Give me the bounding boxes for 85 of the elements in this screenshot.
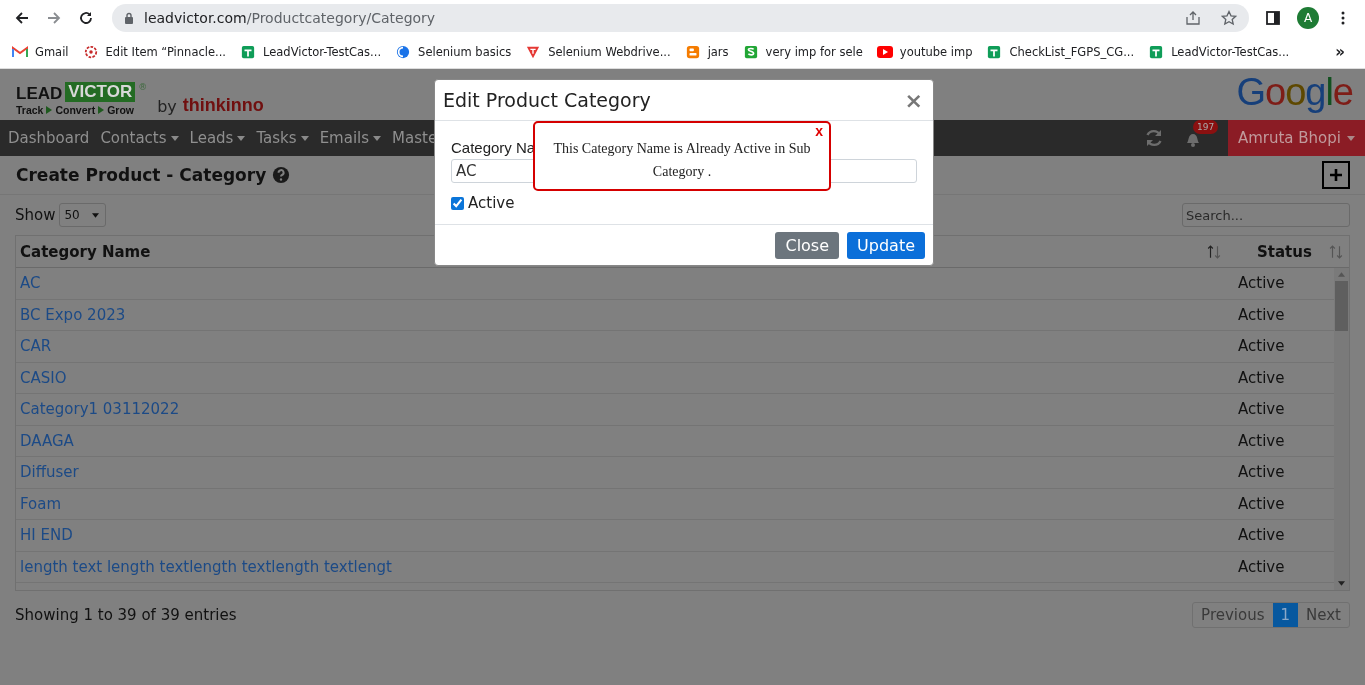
close-button[interactable]: x	[815, 124, 823, 138]
caret-icon	[91, 212, 99, 218]
status-cell-text: Active	[1238, 337, 1286, 356]
checkbox-label: Active	[468, 194, 515, 212]
lock-icon	[124, 12, 134, 24]
status-cell-text: Active	[1238, 400, 1286, 419]
scroll-down-icon[interactable]	[1338, 581, 1345, 586]
column-header[interactable]: Category Name	[20, 242, 151, 261]
scroll-thumb[interactable]	[1335, 281, 1348, 331]
caret-icon	[170, 135, 179, 141]
brand-text: thinkinno	[182, 95, 264, 116]
sheet-icon	[240, 45, 256, 59]
status-cell-text: Active	[1238, 557, 1286, 576]
status-cell-text: Active	[1238, 274, 1286, 293]
logo-badge: VICTOR	[65, 82, 136, 102]
add-button[interactable]	[1322, 161, 1350, 189]
pagination-button[interactable]: Next	[1298, 603, 1349, 627]
nav-item[interactable]: Tasks	[256, 129, 309, 147]
search-field[interactable]: Search...	[1182, 203, 1350, 227]
help-icon[interactable]	[272, 166, 291, 184]
envelope-icon	[12, 45, 28, 59]
status-cell-text: Active	[1238, 368, 1286, 387]
globe-icon	[395, 45, 412, 59]
bookmark[interactable]: LeadVictor-TestCas...	[240, 45, 382, 59]
more-bookmarks[interactable]: »	[1335, 43, 1353, 61]
error-message: This Category Name is Already Active in Sub Category .	[552, 140, 812, 181]
play-icon	[876, 45, 893, 59]
column-header[interactable]: Status	[1257, 242, 1329, 261]
dialog-title: Edit Product Category	[443, 89, 651, 111]
update-button[interactable]: Update	[847, 231, 925, 259]
bookmark[interactable]: very imp for sele	[742, 45, 863, 59]
pagination-button[interactable]: Previous	[1193, 603, 1273, 627]
bookmark[interactable]: LeadVictor-TestCas...	[1148, 45, 1290, 59]
play-icon	[46, 106, 53, 114]
sheet-icon	[986, 45, 1003, 59]
active-checkbox[interactable]	[451, 196, 464, 210]
blog-icon	[684, 45, 701, 59]
caret-icon	[373, 135, 382, 141]
user-menu[interactable]: Amruta Bhopi	[1227, 120, 1365, 156]
bookmark[interactable]: jars	[684, 45, 729, 59]
status-cell-text: Active	[1238, 494, 1286, 513]
logo-text: LEAD	[16, 83, 63, 104]
entries-info: Showing 1 to 39 of 39 entries	[15, 606, 237, 624]
star-icon[interactable]	[1221, 10, 1237, 26]
caret-icon	[1347, 135, 1355, 141]
bookmark[interactable]: CheckList_FGPS_CG...	[986, 45, 1135, 59]
bookmark[interactable]: Selenium Webdrive...	[525, 45, 671, 59]
bookmark[interactable]: Gmail	[12, 45, 69, 59]
pagination-button[interactable]: 1	[1272, 603, 1299, 627]
caret-icon	[237, 135, 246, 141]
nav-item[interactable]: Contacts	[100, 129, 179, 147]
status-cell-text: Active	[1238, 526, 1286, 545]
plus-icon	[1329, 168, 1343, 182]
square-icon	[742, 45, 759, 59]
nav-item[interactable]: Leads	[189, 129, 246, 147]
notification-badge: 197	[1192, 120, 1219, 134]
address-bar[interactable]: leadvictor.com/Productcategory/Category	[112, 4, 1249, 32]
sort-icon[interactable]	[1207, 244, 1221, 259]
status-cell-text: Active	[1238, 463, 1286, 482]
page-size-select[interactable]: 50	[59, 203, 106, 227]
play-icon	[98, 106, 105, 114]
close-button[interactable]: Close	[775, 231, 840, 259]
registered-mark: ®	[138, 82, 148, 92]
status-cell-text: Active	[1238, 305, 1286, 324]
show-label: Show	[15, 206, 56, 224]
by-text: by	[157, 97, 177, 116]
close-button[interactable]: ×	[904, 87, 923, 113]
google-logo: Google	[1236, 71, 1353, 114]
tagline-text: Track	[16, 104, 44, 116]
circle-icon	[82, 45, 99, 59]
nav-item[interactable]: Emails	[319, 129, 382, 147]
bookmark[interactable]: youtube imp	[876, 45, 973, 59]
bookmark[interactable]: Selenium basics	[395, 45, 512, 59]
status-cell-text: Active	[1238, 431, 1286, 450]
nav-item[interactable]: Dashboard	[8, 129, 90, 147]
tagline-text: Convert	[55, 104, 96, 116]
bookmark[interactable]: Edit Item “Pinnacle...	[82, 45, 226, 59]
caret-icon	[300, 135, 309, 141]
profile-avatar[interactable]: A	[1297, 7, 1319, 29]
page-title: Create Product - Category	[16, 165, 267, 185]
scrollbar[interactable]	[1334, 268, 1349, 590]
share-icon[interactable]	[1185, 10, 1201, 26]
tagline-text: Grow	[107, 104, 134, 116]
sheet-icon	[1148, 45, 1165, 59]
triangle-icon	[525, 45, 542, 59]
